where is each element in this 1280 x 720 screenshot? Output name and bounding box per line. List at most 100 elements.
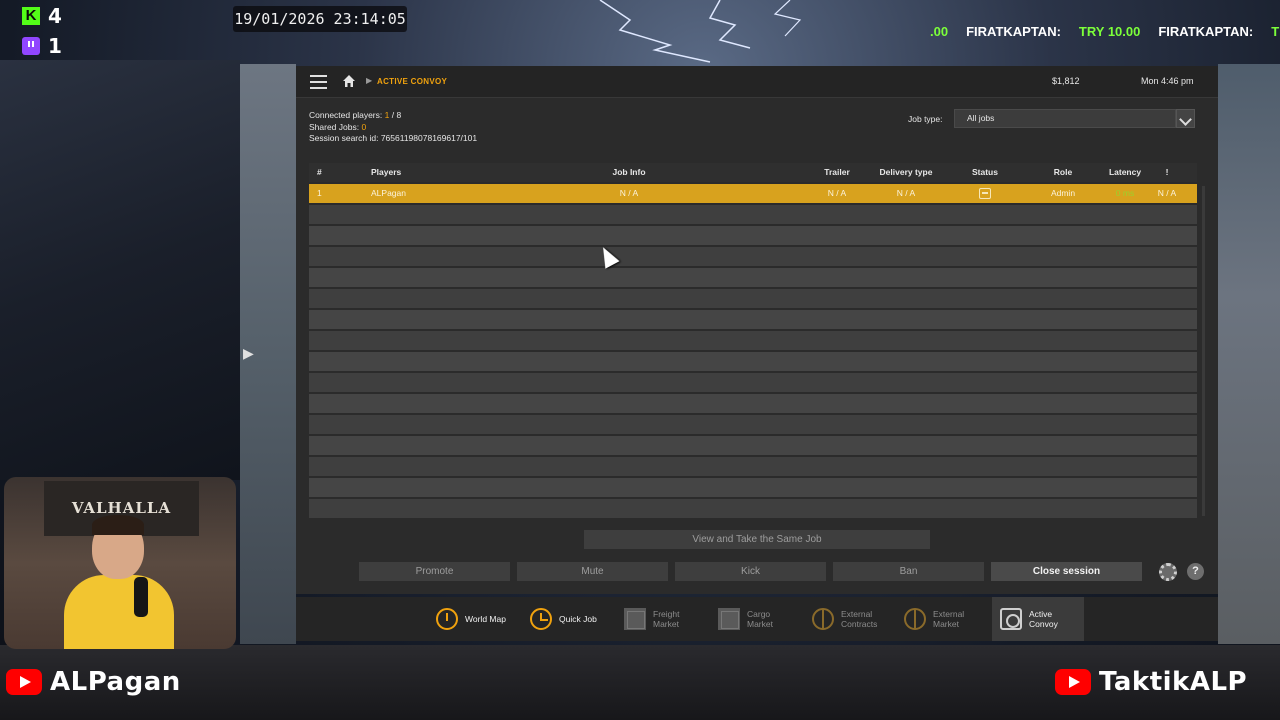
header-job-info: Job Info	[612, 167, 646, 177]
streamer	[64, 515, 174, 649]
game-time: Mon 4:46 pm	[1141, 76, 1194, 86]
session-info: Connected players: 1 / 8 Shared Jobs: 0 …	[309, 110, 477, 145]
table-scrollbar[interactable]	[1202, 186, 1205, 516]
menu-quick-job[interactable]: Quick Job	[530, 597, 597, 641]
stream-clock: 19/01/2026 23:14:05	[233, 6, 407, 32]
donation-ticker: .00 FIRATKAPTAN: TRY 10.00 FIRATKAPTAN: TRY	[930, 24, 1280, 42]
row-trailer: N / A	[827, 188, 847, 198]
ticker-text: FIRATKAPTAN:	[1158, 24, 1254, 39]
header-trailer: Trailer	[824, 167, 850, 177]
gear-icon[interactable]	[1159, 563, 1177, 581]
session-search-id: Session search id: 76561198078169617/101	[309, 133, 478, 143]
empty-table-row	[309, 457, 1197, 476]
kick-icon: K	[22, 7, 40, 25]
row-latency: 0 ms	[1115, 188, 1135, 198]
players-table: # Players Job Info Trailer Delivery type…	[309, 163, 1197, 518]
empty-table-row	[309, 205, 1197, 224]
menu-cargo-market[interactable]: Cargo Market	[718, 597, 773, 641]
chevron-down-icon[interactable]	[1176, 109, 1195, 128]
header-role: Role	[1053, 167, 1073, 177]
menu-active-convoy[interactable]: Active Convoy	[992, 597, 1084, 641]
menu-external-market[interactable]: External Market	[904, 597, 964, 641]
twitch-viewer-count: 1	[48, 34, 62, 58]
ticker-text: TRY	[1271, 24, 1280, 39]
table-row[interactable]: 1 ALPagan N / A N / A N / A Admin 0 ms N…	[309, 184, 1197, 203]
menu-external-contracts[interactable]: External Contracts	[812, 597, 877, 641]
map-pin-icon	[436, 608, 458, 630]
convoy-icon	[1000, 608, 1022, 630]
twitch-icon	[22, 37, 40, 55]
promote-button[interactable]: Promote	[359, 562, 510, 581]
kick-button[interactable]: Kick	[675, 562, 826, 581]
empty-table-row	[309, 268, 1197, 287]
shared-jobs: Shared Jobs: 0	[309, 121, 367, 132]
youtube-channel-left: ALPagan	[6, 667, 181, 697]
performance-overlay	[430, 65, 510, 83]
empty-table-row	[309, 226, 1197, 245]
menu-label: World Map	[465, 613, 506, 624]
ticker-text: .00	[930, 24, 949, 39]
empty-table-row	[309, 331, 1197, 350]
streamer-body	[64, 575, 174, 649]
ban-button[interactable]: Ban	[833, 562, 984, 581]
home-icon[interactable]	[342, 74, 356, 88]
webcam-feed: VALHALLA	[4, 477, 236, 649]
menu-label: Active Convoy	[1029, 608, 1058, 630]
clock-icon	[530, 608, 552, 630]
lightning-decoration	[599, 0, 802, 63]
menu-label: External Contracts	[841, 608, 878, 630]
menu-label: Cargo Market	[747, 608, 773, 630]
row-job-info: N / A	[619, 188, 639, 198]
menu-world-map[interactable]: World Map	[436, 597, 506, 641]
game-scene-right	[1218, 64, 1280, 644]
row-delivery-type: N / A	[896, 188, 916, 198]
view-same-job-button[interactable]: View and Take the Same Job	[584, 530, 930, 549]
connected-players: Connected players: 1 / 8	[309, 110, 402, 120]
menu-freight-market[interactable]: Freight Market	[624, 597, 679, 641]
menu-icon[interactable]	[310, 75, 327, 89]
row-player: ALPagan	[371, 188, 406, 198]
table-header: # Players Job Info Trailer Delivery type…	[309, 163, 1197, 182]
ticker-text: FIRATKAPTAN:	[966, 24, 1061, 39]
header-latency: Latency	[1108, 167, 1142, 177]
money-display: $1,812	[1052, 76, 1080, 86]
row-role: Admin	[1050, 188, 1076, 198]
close-session-button[interactable]: Close session	[991, 562, 1142, 581]
stream-background-left	[0, 60, 240, 480]
empty-table-row	[309, 436, 1197, 455]
empty-table-row	[309, 352, 1197, 371]
row-warning: N / A	[1157, 188, 1177, 198]
row-num: 1	[317, 188, 322, 198]
header-status: Status	[972, 167, 998, 177]
header-players: Players	[371, 167, 402, 177]
job-type-select[interactable]: All jobs	[954, 109, 1176, 128]
empty-table-row	[309, 499, 1197, 518]
youtube-icon	[1055, 669, 1091, 695]
empty-table-row	[309, 310, 1197, 329]
cargo-icon	[718, 608, 740, 630]
microphone	[134, 577, 148, 617]
globe-icon	[904, 608, 926, 630]
empty-table-row	[309, 373, 1197, 392]
youtube-icon	[6, 669, 42, 695]
breadcrumb-arrow-icon: ▶	[366, 76, 373, 85]
header-num: #	[317, 167, 322, 177]
empty-table-row	[309, 247, 1197, 266]
help-icon[interactable]: ?	[1187, 563, 1204, 580]
top-bar: ▶ ACTIVE CONVOY $1,812 Mon 4:46 pm	[296, 66, 1218, 98]
header-warning: !	[1165, 167, 1169, 177]
streamer-hair	[92, 515, 144, 535]
channel-name: TaktikALP	[1099, 667, 1248, 697]
empty-table-row	[309, 394, 1197, 413]
crate-icon	[624, 608, 646, 630]
kick-viewers: K 4	[22, 4, 62, 28]
menu-label: Quick Job	[559, 613, 597, 624]
mute-button[interactable]: Mute	[517, 562, 668, 581]
menu-label: Freight Market	[653, 608, 680, 630]
bottom-menu: World Map Quick Job Freight Market Cargo M…	[296, 597, 1218, 641]
chevron-right-icon[interactable]: ▶	[243, 345, 255, 365]
twitch-viewers: 1	[22, 34, 62, 58]
ticker-text: TRY 10.00	[1078, 24, 1141, 39]
empty-table-row	[309, 289, 1197, 308]
globe-icon	[812, 608, 834, 630]
